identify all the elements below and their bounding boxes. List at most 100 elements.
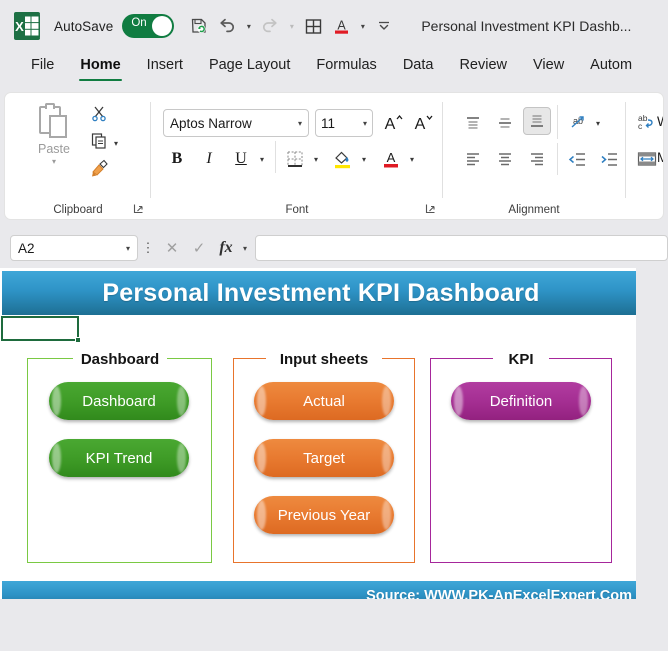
tab-formulas[interactable]: Formulas <box>303 52 389 77</box>
paste-label: Paste <box>38 142 70 156</box>
clipboard-dialog-launcher-icon[interactable] <box>131 201 145 215</box>
tab-data[interactable]: Data <box>390 52 447 77</box>
undo-icon[interactable] <box>214 13 240 39</box>
redo-icon[interactable] <box>257 13 283 39</box>
underline-button[interactable]: U <box>227 145 255 173</box>
button-actual-label: Actual <box>303 392 345 410</box>
save-refresh-icon[interactable] <box>186 13 212 39</box>
undo-dropdown-icon[interactable]: ▾ <box>242 13 255 39</box>
format-painter-icon[interactable] <box>87 156 111 180</box>
autosave-toggle[interactable]: On <box>122 14 175 38</box>
title-bar: X AutoSave On ▾ ▾ A ▾ Personal Investmen… <box>0 0 668 52</box>
orientation-dropdown-icon[interactable]: ▾ <box>591 109 605 137</box>
formula-bar-row: A2 ▾ ⋮ ✕ ✓ fx ▾ <box>0 228 668 268</box>
button-dashboard-label: Dashboard <box>82 392 156 410</box>
font-group-label: Font <box>285 204 309 216</box>
tab-file[interactable]: File <box>18 52 67 77</box>
align-middle-icon[interactable] <box>491 109 519 137</box>
font-size-value: 11 <box>321 115 336 131</box>
ribbon-tab-bar: File Home Insert Page Layout Formulas Da… <box>0 52 668 89</box>
decrease-font-size-icon[interactable]: A <box>409 109 437 137</box>
dashboard-title: Personal Investment KPI Dashboard <box>102 278 540 307</box>
align-left-icon[interactable] <box>459 145 487 173</box>
button-target-label: Target <box>303 449 345 467</box>
table-grid-icon[interactable] <box>300 13 326 39</box>
name-box[interactable]: A2 ▾ <box>10 235 138 261</box>
font-color-icon[interactable]: A <box>377 145 405 173</box>
paste-dropdown-icon[interactable]: ▾ <box>52 157 56 166</box>
tab-view[interactable]: View <box>520 52 577 77</box>
font-color-dropdown-icon[interactable]: ▾ <box>356 13 369 39</box>
scissors-icon[interactable] <box>87 101 111 125</box>
align-bottom-icon[interactable] <box>523 107 551 135</box>
decrease-indent-icon[interactable] <box>563 145 591 173</box>
align-center-icon[interactable] <box>491 145 519 173</box>
button-actual[interactable]: Actual <box>254 382 394 420</box>
fill-color-dropdown-icon[interactable]: ▾ <box>357 145 371 173</box>
name-box-dropdown-icon[interactable]: ▾ <box>126 244 130 253</box>
font-color-dropdown-icon-2[interactable]: ▾ <box>405 145 419 173</box>
button-previous-year[interactable]: Previous Year <box>254 496 394 534</box>
ribbon-group-clipboard: Paste ▾ ▾ Clipboard <box>5 93 151 219</box>
font-size-input[interactable]: 11 ▾ <box>315 109 373 137</box>
group-box-input-sheets: Input sheets Actual Target Previous Year <box>233 348 415 563</box>
font-name-dropdown-icon[interactable]: ▾ <box>298 119 302 128</box>
tab-page-layout[interactable]: Page Layout <box>196 52 303 77</box>
bottom-strip <box>0 599 668 651</box>
group-title-kpi: KPI <box>493 348 549 370</box>
font-color-icon[interactable]: A <box>328 13 354 39</box>
redo-dropdown-icon[interactable]: ▾ <box>285 13 298 39</box>
formula-input[interactable] <box>255 235 668 261</box>
borders-icon[interactable] <box>281 145 309 173</box>
button-kpi-trend[interactable]: KPI Trend <box>49 439 189 477</box>
align-top-icon[interactable] <box>459 109 487 137</box>
dashboard-banner: Personal Investment KPI Dashboard <box>2 271 636 315</box>
formula-dropdown-icon[interactable]: ▾ <box>243 244 247 253</box>
borders-dropdown-icon[interactable]: ▾ <box>309 145 323 173</box>
tab-home[interactable]: Home <box>67 52 133 81</box>
copy-dropdown-icon[interactable]: ▾ <box>109 129 123 157</box>
button-kpi-trend-label: KPI Trend <box>85 449 153 467</box>
excel-window: X AutoSave On ▾ ▾ A ▾ Personal Investmen… <box>0 0 668 651</box>
tab-automate[interactable]: Autom <box>577 52 645 77</box>
svg-text:A: A <box>415 116 426 133</box>
autosave-label: AutoSave <box>54 18 114 34</box>
copy-icon[interactable] <box>87 129 111 153</box>
button-dashboard[interactable]: Dashboard <box>49 382 189 420</box>
group-box-kpi: KPI Definition <box>430 348 612 563</box>
font-dialog-launcher-icon[interactable] <box>423 201 437 215</box>
font-name-input[interactable]: Aptos Narrow ▾ <box>163 109 309 137</box>
text-orientation-icon[interactable]: ab <box>563 109 591 137</box>
font-size-dropdown-icon[interactable]: ▾ <box>363 119 367 128</box>
paste-button[interactable]: Paste ▾ <box>23 103 85 166</box>
autosave-state-label: On <box>131 17 147 29</box>
svg-text:X: X <box>15 19 24 34</box>
formula-bar-options-icon[interactable]: ⋮ <box>140 240 156 256</box>
ribbon-group-font: Aptos Narrow ▾ 11 ▾ A A B I U ▾ ▾ ▾ A ▾ … <box>151 93 443 219</box>
increase-indent-icon[interactable] <box>595 145 623 173</box>
svg-text:A: A <box>337 18 346 32</box>
worksheet-area[interactable]: Personal Investment KPI Dashboard Dashbo… <box>0 268 636 599</box>
button-target[interactable]: Target <box>254 439 394 477</box>
increase-font-size-icon[interactable]: A <box>379 109 407 137</box>
fill-color-icon[interactable] <box>329 145 357 173</box>
cancel-icon[interactable]: ✕ <box>162 237 182 259</box>
confirm-icon[interactable]: ✓ <box>189 237 209 259</box>
tab-review[interactable]: Review <box>446 52 520 77</box>
customize-quick-access-icon[interactable] <box>371 13 397 39</box>
button-definition-label: Definition <box>489 392 553 410</box>
bold-button[interactable]: B <box>163 145 191 173</box>
insert-function-icon[interactable]: fx <box>216 237 236 259</box>
dashboard-footer: Source: WWW.PK-AnExcelExpert.Com <box>2 581 636 599</box>
footer-source-text: Source: WWW.PK-AnExcelExpert.Com <box>366 588 632 599</box>
group-title-input-sheets: Input sheets <box>266 348 382 370</box>
italic-button[interactable]: I <box>195 145 223 173</box>
underline-dropdown-icon[interactable]: ▾ <box>255 145 269 173</box>
paste-icon <box>37 103 71 141</box>
selected-cell-a2[interactable] <box>1 316 81 343</box>
align-right-icon[interactable] <box>523 145 551 173</box>
toggle-knob <box>152 16 173 36</box>
button-definition[interactable]: Definition <box>451 382 591 420</box>
fill-handle[interactable] <box>75 337 81 343</box>
tab-insert[interactable]: Insert <box>134 52 196 77</box>
